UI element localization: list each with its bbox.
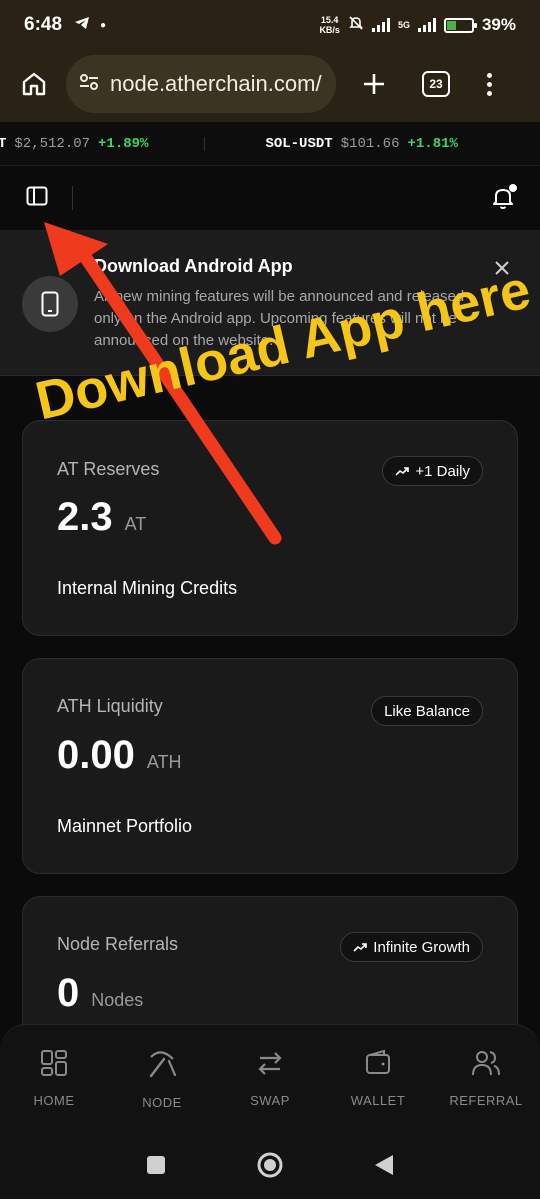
status-time: 6:48 — [24, 14, 63, 35]
site-settings-icon[interactable] — [78, 72, 100, 97]
back-triangle-icon — [375, 1155, 393, 1175]
overflow-menu-button[interactable] — [484, 72, 494, 96]
home-button[interactable] — [16, 66, 52, 102]
close-banner-button[interactable] — [494, 260, 510, 276]
net-speed: 15.4 KB/s — [319, 15, 340, 35]
new-tab-button[interactable] — [356, 66, 392, 102]
card-subtitle: Mainnet Portfolio — [57, 816, 193, 836]
price-ticker: T $2,512.07 +1.89% SOL-USDT $101.66 +1.8… — [0, 122, 540, 166]
card-subtitle: Internal Mining Credits — [57, 578, 238, 598]
recents-button[interactable] — [146, 1155, 166, 1180]
ticker-divider — [204, 136, 206, 151]
address-bar[interactable]: node.atherchain.com/ — [66, 55, 336, 113]
card-label: AT Reserves — [57, 459, 160, 479]
card-value: 0.00 ATH — [57, 733, 182, 777]
banner-body: All new mining features will be announce… — [94, 288, 465, 349]
wallet-icon — [366, 1049, 390, 1074]
phone-icon — [22, 276, 78, 332]
ticker-item: T $2,512.07 +1.89% — [0, 135, 149, 152]
sidebar-icon — [26, 186, 48, 205]
trending-up-icon — [395, 467, 410, 476]
plus-icon — [364, 74, 384, 94]
app-header — [0, 166, 540, 230]
download-app-banner: Download Android App All new mining feat… — [0, 230, 540, 376]
battery-icon — [443, 17, 477, 33]
users-icon — [472, 1051, 500, 1076]
browser-toolbar: node.atherchain.com/ 23 — [0, 52, 540, 116]
ath-liquidity-card: ATH Liquidity Like Balance 0.00 ATH Mainn… — [22, 658, 518, 874]
telegram-icon — [74, 16, 90, 35]
swap-icon — [258, 1052, 282, 1075]
close-icon — [495, 261, 509, 275]
circle-icon — [257, 1152, 283, 1178]
bottom-nav: HOME NODE SWAP WALLET REFERRAL — [0, 1024, 540, 1136]
home-icon — [22, 72, 46, 96]
nav-referral[interactable]: REFERRAL — [432, 1025, 540, 1136]
signal-icon-2 — [417, 18, 436, 32]
mute-icon — [348, 15, 364, 36]
network-type: 5G — [397, 20, 410, 30]
sidebar-toggle-button[interactable] — [26, 186, 48, 211]
card-pill: Like Balance — [371, 696, 483, 726]
nav-home[interactable]: HOME — [0, 1025, 108, 1136]
header-divider — [72, 186, 73, 210]
card-value: 0 Nodes — [57, 971, 144, 1015]
url-text: node.atherchain.com/ — [110, 71, 322, 96]
system-nav-bar — [0, 1136, 540, 1199]
notifications-button[interactable] — [492, 184, 517, 210]
tab-switcher-button[interactable]: 23 — [422, 71, 450, 97]
nav-swap[interactable]: SWAP — [216, 1025, 324, 1136]
notification-badge — [509, 184, 517, 192]
card-pill: +1 Daily — [382, 456, 483, 486]
nav-node[interactable]: NODE — [108, 1025, 216, 1136]
notification-dot-icon: ● — [100, 19, 107, 31]
card-label: ATH Liquidity — [57, 696, 163, 716]
browser-chrome: 6:48 ● 15.4 KB/s 5G 39% node.atherchain.… — [0, 0, 540, 122]
back-button[interactable] — [374, 1154, 394, 1181]
home-system-button[interactable] — [256, 1151, 284, 1184]
card-pill: Infinite Growth — [340, 932, 483, 962]
ticker-item: SOL-USDT $101.66 +1.81% — [265, 135, 458, 152]
signal-icon — [371, 18, 390, 32]
trending-up-icon — [353, 943, 368, 952]
battery-percent: 39% — [481, 15, 516, 34]
square-icon — [147, 1156, 165, 1174]
banner-title: Download Android App — [94, 256, 293, 276]
nav-wallet[interactable]: WALLET — [324, 1025, 432, 1136]
card-value: 2.3 AT — [57, 495, 147, 539]
at-reserves-card: AT Reserves +1 Daily 2.3 AT Internal Mini… — [22, 420, 518, 636]
pickaxe-icon — [149, 1051, 177, 1078]
card-label: Node Referrals — [57, 934, 179, 954]
grid-icon — [41, 1050, 67, 1076]
status-bar: 6:48 ● 15.4 KB/s 5G 39% — [0, 0, 540, 50]
